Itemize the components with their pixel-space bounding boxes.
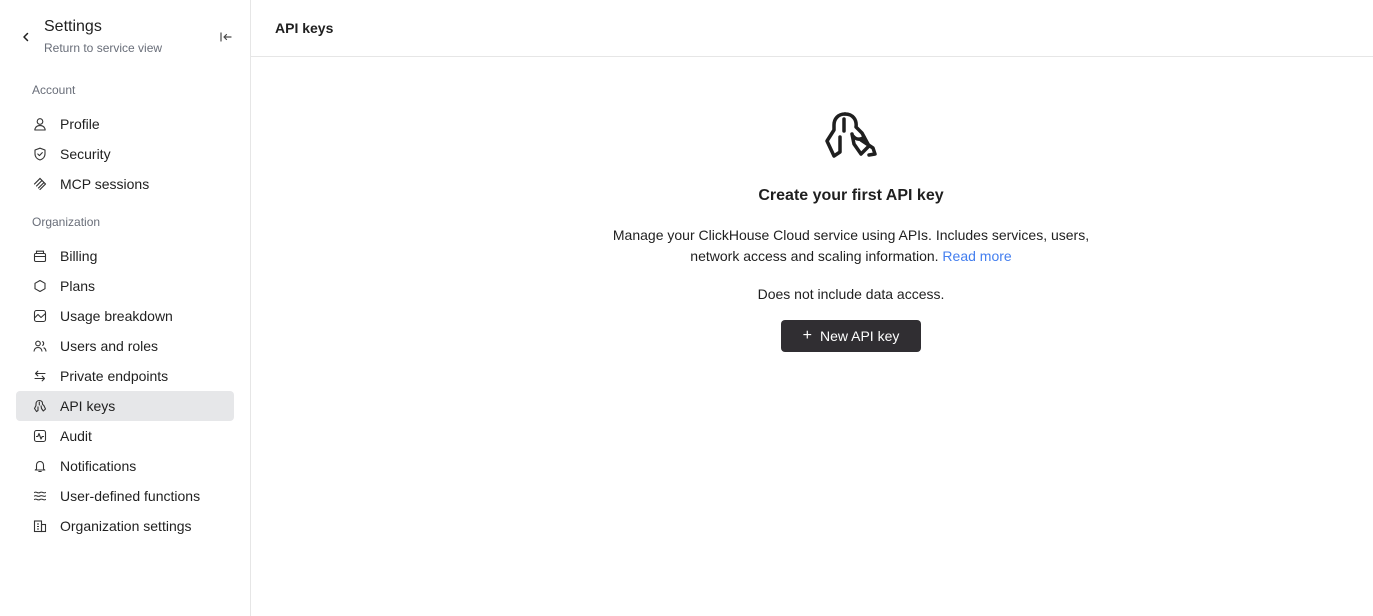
sidebar-title[interactable]: Settings	[44, 18, 102, 36]
keys-icon	[32, 398, 48, 414]
arrows-icon	[32, 368, 48, 384]
sidebar-item-label: Plans	[60, 278, 96, 294]
sidebar-item-organization-settings[interactable]: Organization settings	[16, 511, 234, 541]
billing-icon	[32, 248, 48, 264]
sidebar-item-label: API keys	[60, 398, 116, 414]
sidebar-item-security[interactable]: Security	[16, 139, 234, 169]
sidebar-item-billing[interactable]: Billing	[16, 241, 234, 271]
sidebar-item-profile[interactable]: Profile	[16, 109, 234, 139]
sidebar-item-label: Notifications	[60, 458, 137, 474]
sidebar-item-mcp-sessions[interactable]: MCP sessions	[16, 169, 234, 199]
new-api-key-label: New API key	[819, 328, 900, 344]
sidebar-item-plans[interactable]: Plans	[16, 271, 234, 301]
sidebar-item-label: MCP sessions	[60, 176, 150, 192]
users-icon	[32, 338, 48, 354]
page-title: API keys	[275, 20, 334, 36]
hexagon-icon	[32, 278, 48, 294]
description-text: Manage your ClickHouse Cloud service usi…	[612, 227, 1090, 264]
sidebar-item-label: Private endpoints	[60, 368, 169, 384]
empty-state-description: Manage your ClickHouse Cloud service usi…	[611, 225, 1091, 267]
sidebar-item-label: Users and roles	[60, 338, 159, 354]
plus-icon: +	[802, 327, 812, 344]
sidebar-item-private-endpoints[interactable]: Private endpoints	[16, 361, 234, 391]
read-more-link[interactable]: Read more	[942, 248, 1011, 264]
back-button[interactable]	[16, 27, 36, 47]
empty-state-note: Does not include data access.	[757, 286, 945, 302]
empty-state-title: Create your first API key	[758, 187, 944, 204]
audit-icon	[32, 428, 48, 444]
collapse-sidebar-button[interactable]	[216, 27, 236, 47]
sidebar-item-label: Usage breakdown	[60, 308, 173, 324]
user-icon	[32, 116, 48, 132]
page-header: API keys	[251, 0, 1373, 57]
chart-icon	[32, 308, 48, 324]
sidebar-header: Settings Return to service view	[0, 0, 250, 70]
shield-icon	[32, 146, 48, 162]
new-api-key-button[interactable]: + New API key	[781, 320, 921, 352]
section-label-account: Account	[32, 83, 76, 97]
sidebar-item-label: Billing	[60, 248, 98, 264]
sidebar-item-label: Security	[60, 146, 111, 162]
sidebar-item-api-keys[interactable]: API keys	[16, 391, 234, 421]
empty-state: Create your first API key Manage your Cl…	[251, 57, 1373, 616]
chevron-left-icon	[23, 32, 29, 42]
sidebar-item-label: Audit	[60, 428, 92, 444]
sidebar-item-user-defined-functions[interactable]: User-defined functions	[16, 481, 234, 511]
sidebar-item-label: User-defined functions	[60, 488, 201, 504]
sidebar-item-audit[interactable]: Audit	[16, 421, 234, 451]
building-icon	[32, 518, 48, 534]
bell-icon	[32, 458, 48, 474]
sidebar-item-usage-breakdown[interactable]: Usage breakdown	[16, 301, 234, 331]
sidebar-item-users-and-roles[interactable]: Users and roles	[16, 331, 234, 361]
waves-icon	[32, 488, 48, 504]
sidebar-item-label: Profile	[60, 116, 100, 132]
collapse-icon	[220, 32, 232, 42]
sidebar-item-notifications[interactable]: Notifications	[16, 451, 234, 481]
sidebar-item-label: Organization settings	[60, 518, 192, 534]
sidebar: Settings Return to service view Account …	[0, 0, 251, 616]
section-label-organization: Organization	[32, 215, 101, 229]
keys-icon	[825, 112, 877, 158]
mcp-icon	[32, 176, 48, 192]
sidebar-subtitle[interactable]: Return to service view	[44, 41, 162, 55]
